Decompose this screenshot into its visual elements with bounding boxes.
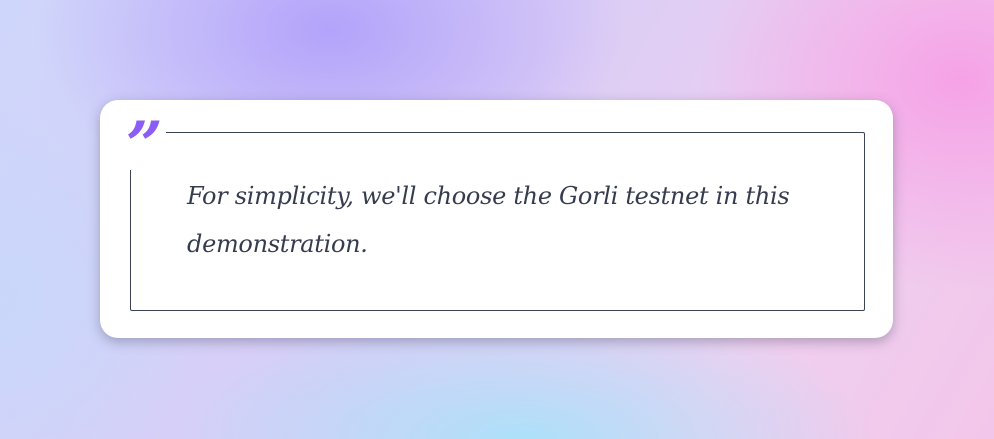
quote-card: ” For simplicity, we'll choose the Gorli… bbox=[100, 100, 893, 338]
quote-mark-icon: ” bbox=[126, 108, 163, 183]
quote-text: For simplicity, we'll choose the Gorli t… bbox=[187, 182, 790, 258]
